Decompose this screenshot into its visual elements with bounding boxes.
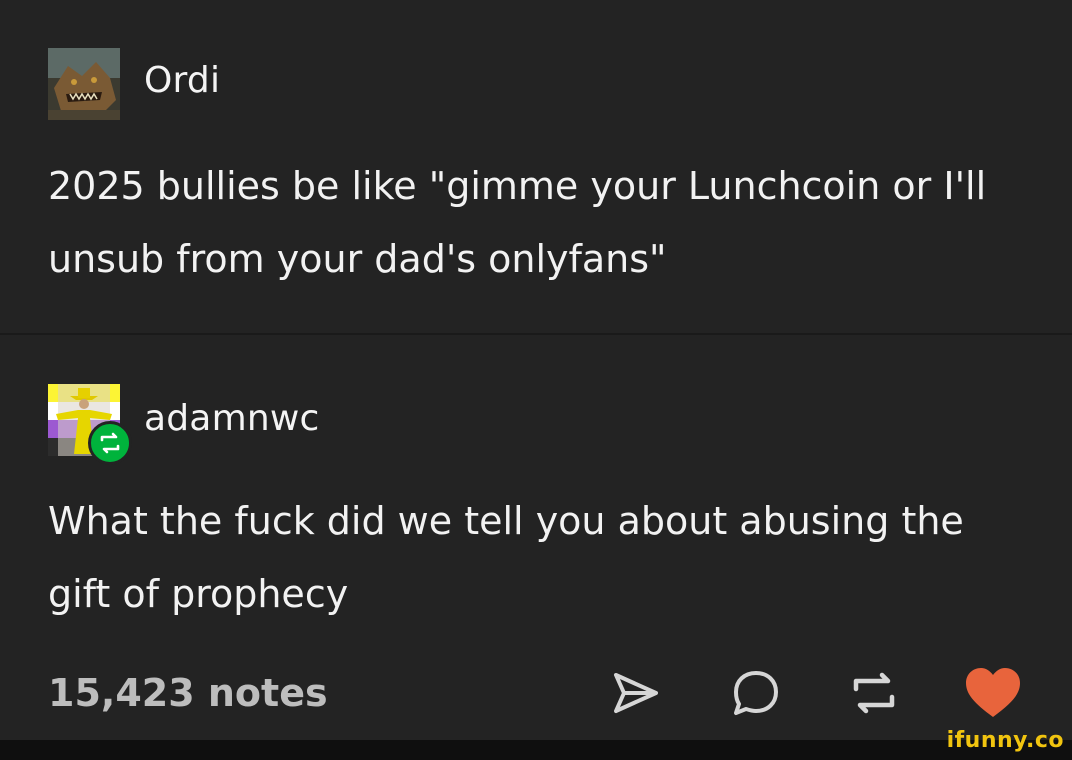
original-post: Ordi 2025 bullies be like "gimme your Lu… [0, 0, 1072, 333]
post-username[interactable]: Ordi [144, 60, 220, 101]
reblog-badge [88, 421, 132, 465]
share-button[interactable] [608, 665, 664, 721]
reply-button[interactable] [728, 665, 784, 721]
bottom-bar [0, 740, 1072, 760]
post-body-text: 2025 bullies be like "gimme your Lunchco… [48, 164, 987, 281]
heart-icon [966, 668, 1020, 717]
like-button[interactable] [962, 665, 1020, 721]
post-username[interactable]: adamnwc [144, 398, 320, 439]
speech-bubble-icon [734, 671, 778, 715]
reblog-arrows-icon [853, 672, 895, 714]
reblog-post: adamnwc What the fuck did we tell you ab… [0, 335, 1072, 740]
dragon-avatar-image [48, 48, 120, 120]
send-icon [614, 673, 658, 713]
reblog-button[interactable] [846, 665, 902, 721]
post-footer: 15,423 notes [0, 655, 1072, 735]
ifunny-watermark: ifunny.co [946, 728, 1064, 753]
ordi-avatar[interactable] [48, 48, 120, 120]
notes-count[interactable]: 15,423 notes [48, 671, 328, 715]
reblog-icon [100, 432, 120, 454]
post-body-text: What the fuck did we tell you about abus… [48, 499, 964, 616]
